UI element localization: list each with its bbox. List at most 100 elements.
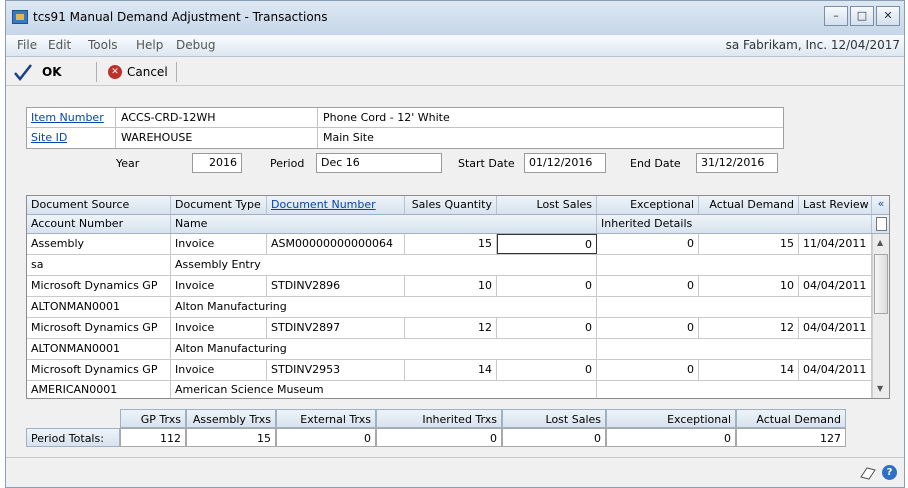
toolbar: OK ✕ Cancel	[6, 58, 904, 86]
maximize-button[interactable]: □	[850, 6, 874, 26]
collapse-icon[interactable]: «	[874, 197, 888, 213]
menu-debug[interactable]: Debug	[176, 38, 215, 52]
cell-exceptional[interactable]: 0	[597, 360, 699, 380]
table-row[interactable]: Microsoft Dynamics GP Invoice STDINV2897…	[27, 318, 872, 339]
cell-actual-demand: 15	[699, 234, 799, 254]
cell-account-number: ALTONMAN0001	[27, 297, 171, 317]
cell-name: Alton Manufacturing	[171, 339, 597, 359]
table-row-detail[interactable]: ALTONMAN0001 Alton Manufacturing	[27, 339, 872, 360]
item-description: Phone Cord - 12' White	[323, 111, 450, 124]
cell-name: American Science Museum	[171, 381, 597, 398]
total-lost-sales: 0	[502, 428, 606, 447]
cell-sales-quantity: 12	[405, 318, 497, 338]
item-site-panel: Item Number ACCS-CRD-12WH Phone Cord - 1…	[26, 107, 784, 149]
cell-inherited-details	[597, 339, 872, 359]
col-exceptional[interactable]: Exceptional	[597, 196, 699, 214]
site-id-field[interactable]: WAREHOUSE	[121, 131, 192, 144]
cell-sales-quantity: 15	[405, 234, 497, 254]
cell-actual-demand: 12	[699, 318, 799, 338]
minimize-button[interactable]: –	[824, 6, 848, 26]
grid-scrollbar[interactable]: ▲ ▼	[872, 234, 889, 398]
table-row[interactable]: Microsoft Dynamics GP Invoice STDINV2953…	[27, 360, 872, 381]
menu-bar: File Edit Tools Help Debug sa Fabrikam, …	[6, 35, 904, 57]
table-row-detail[interactable]: sa Assembly Entry	[27, 255, 872, 276]
item-number-field[interactable]: ACCS-CRD-12WH	[121, 111, 216, 124]
col-last-review[interactable]: Last Review	[799, 196, 872, 214]
ok-button[interactable]: OK	[42, 65, 62, 79]
checkmark-icon[interactable]	[14, 63, 32, 81]
app-icon	[12, 10, 28, 24]
cell-document-type: Invoice	[171, 360, 267, 380]
cell-account-number: AMERICAN0001	[27, 381, 171, 398]
totals-header-actual-demand: Actual Demand	[736, 409, 846, 428]
year-label: Year	[116, 157, 140, 170]
cell-sales-quantity: 10	[405, 276, 497, 296]
menu-edit[interactable]: Edit	[48, 38, 71, 52]
scroll-up-icon[interactable]: ▲	[877, 238, 883, 247]
end-date-field[interactable]: 31/12/2016	[696, 153, 778, 173]
window-title: tcs91 Manual Demand Adjustment - Transac…	[33, 10, 328, 24]
cell-document-type: Invoice	[171, 318, 267, 338]
cell-last-review: 04/04/2011	[799, 276, 872, 296]
cell-lost-sales-input[interactable]: 0	[497, 234, 597, 254]
year-field[interactable]: 2016	[192, 153, 242, 173]
totals-header-external-trxs: External Trxs	[276, 409, 376, 428]
cell-exceptional[interactable]: 0	[597, 276, 699, 296]
cell-inherited-details	[597, 297, 872, 317]
scroll-down-icon[interactable]: ▼	[877, 384, 883, 393]
transactions-grid: Document Source Document Type Document N…	[26, 195, 890, 399]
cell-account-number: ALTONMAN0001	[27, 339, 171, 359]
item-number-link[interactable]: Item Number	[31, 111, 104, 124]
new-document-icon[interactable]	[876, 217, 887, 231]
col-sales-quantity[interactable]: Sales Quantity	[405, 196, 497, 214]
col-inherited-details[interactable]: Inherited Details	[597, 215, 872, 233]
cell-document-type: Invoice	[171, 234, 267, 254]
col-document-source[interactable]: Document Source	[27, 196, 171, 214]
cell-exceptional[interactable]: 0	[597, 318, 699, 338]
title-bar: tcs91 Manual Demand Adjustment - Transac…	[6, 1, 904, 35]
grid-header-1: Document Source Document Type Document N…	[27, 196, 889, 215]
col-document-number[interactable]: Document Number	[267, 196, 405, 214]
scroll-thumb[interactable]	[874, 254, 888, 314]
status-bar: ?	[6, 457, 904, 487]
cell-last-review: 04/04/2011	[799, 318, 872, 338]
table-row-detail[interactable]: ALTONMAN0001 Alton Manufacturing	[27, 297, 872, 318]
period-totals-label: Period Totals:	[26, 428, 120, 447]
company-date: sa Fabrikam, Inc. 12/04/2017	[725, 38, 900, 52]
cancel-icon[interactable]: ✕	[108, 65, 122, 79]
close-button[interactable]: ✕	[876, 6, 900, 26]
totals-header-inherited-trxs: Inherited Trxs	[376, 409, 502, 428]
cell-lost-sales[interactable]: 0	[497, 360, 597, 380]
menu-help[interactable]: Help	[136, 38, 163, 52]
totals-header-gp-trxs: GP Trxs	[120, 409, 186, 428]
cell-lost-sales[interactable]: 0	[497, 318, 597, 338]
table-row[interactable]: Microsoft Dynamics GP Invoice STDINV2896…	[27, 276, 872, 297]
period-field[interactable]: Dec 16	[316, 153, 442, 173]
cell-document-number: STDINV2897	[267, 318, 405, 338]
period-totals: GP Trxs Assembly Trxs External Trxs Inhe…	[26, 409, 846, 449]
cell-name: Assembly Entry	[171, 255, 597, 275]
col-document-type[interactable]: Document Type	[171, 196, 267, 214]
col-name[interactable]: Name	[171, 215, 597, 233]
start-date-label: Start Date	[458, 157, 515, 170]
cell-document-number: STDINV2896	[267, 276, 405, 296]
totals-header-lost-sales: Lost Sales	[502, 409, 606, 428]
menu-file[interactable]: File	[17, 38, 37, 52]
cancel-button[interactable]: Cancel	[127, 65, 168, 79]
totals-header-exceptional: Exceptional	[606, 409, 736, 428]
cell-exceptional[interactable]: 0	[597, 234, 699, 254]
col-account-number[interactable]: Account Number	[27, 215, 171, 233]
cell-lost-sales[interactable]: 0	[497, 276, 597, 296]
total-gp-trxs: 112	[120, 428, 186, 447]
table-row[interactable]: Assembly Invoice ASM00000000000064 15 0 …	[27, 234, 872, 255]
help-icon[interactable]: ?	[882, 465, 897, 480]
note-icon[interactable]	[859, 466, 877, 480]
table-row-detail[interactable]: AMERICAN0001 American Science Museum	[27, 381, 872, 398]
window: tcs91 Manual Demand Adjustment - Transac…	[5, 0, 905, 488]
start-date-field[interactable]: 01/12/2016	[524, 153, 606, 173]
col-actual-demand[interactable]: Actual Demand	[699, 196, 799, 214]
menu-tools[interactable]: Tools	[88, 38, 118, 52]
cell-last-review: 11/04/2011	[799, 234, 872, 254]
site-id-link[interactable]: Site ID	[31, 131, 67, 144]
col-lost-sales[interactable]: Lost Sales	[497, 196, 597, 214]
